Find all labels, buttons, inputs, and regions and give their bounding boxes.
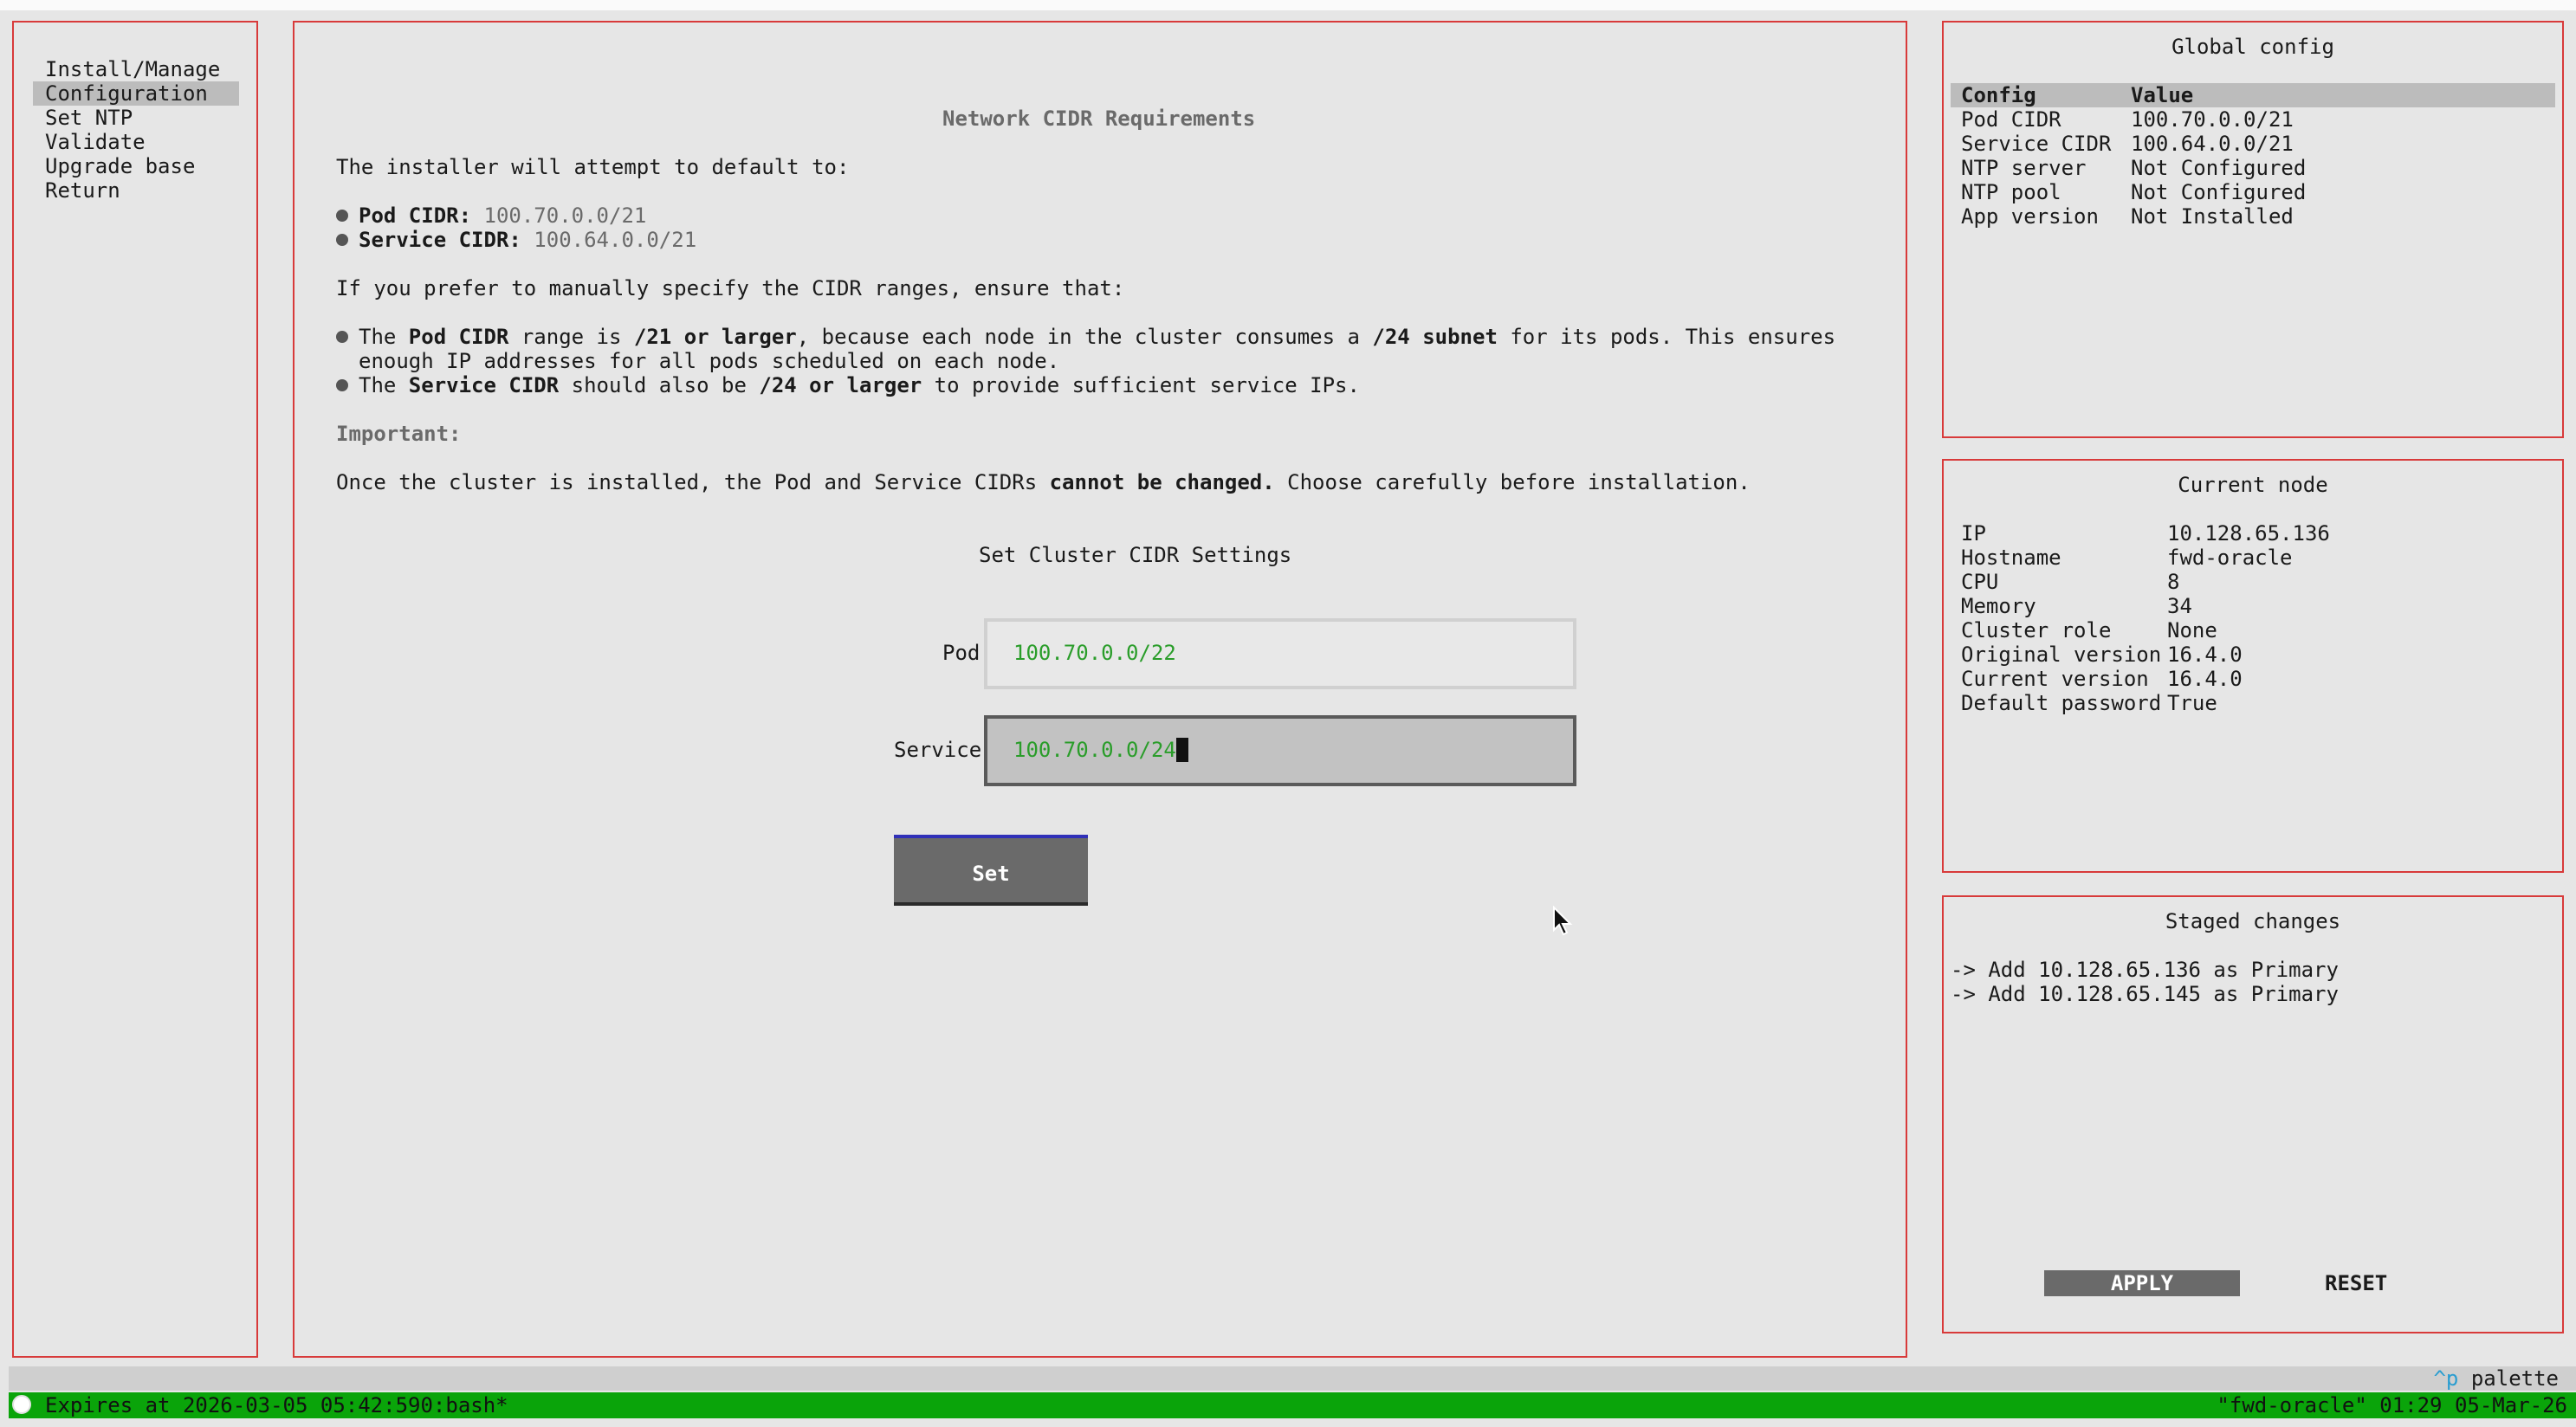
- service-input[interactable]: 100.70.0.0/24: [984, 715, 1576, 786]
- table-row: Hostname fwd-oracle: [1961, 546, 2293, 570]
- bullet-icon: [336, 331, 348, 343]
- palette-hint[interactable]: ^p palette: [2433, 1366, 2559, 1391]
- table-row: Original version 16.4.0: [1961, 642, 2243, 667]
- current-node-panel: Current node IP 10.128.65.136 Hostname fwd…: [1942, 459, 2564, 873]
- menu-item-set-ntp[interactable]: Set NTP: [33, 106, 133, 130]
- menu-item-install-manage[interactable]: Install/Manage: [33, 57, 220, 81]
- menu-panel: Install/Manage Configuration Set NTP Val…: [12, 21, 258, 1358]
- text-cursor: [1175, 738, 1188, 762]
- mouse-pointer-icon: [1553, 906, 1573, 936]
- status-bar: Expires at 2026-03-05 05:42:590:bash* "f…: [9, 1392, 2576, 1418]
- table-row: Current version 16.4.0: [1961, 667, 2243, 691]
- default-service-value: 100.64.0.0/21: [534, 228, 697, 252]
- apply-button[interactable]: APPLY: [2044, 1270, 2240, 1296]
- bullet-icon: [336, 234, 348, 246]
- global-config-panel: Global config Config Value Pod CIDR 100.70…: [1942, 21, 2564, 438]
- status-right-text: "fwd-oracle" 01:29 05-Mar-26: [2217, 1393, 2567, 1417]
- default-pod-value: 100.70.0.0/21: [483, 203, 647, 228]
- service-label: Service: [894, 738, 982, 762]
- table-row: NTP pool Not Configured: [1961, 180, 2307, 204]
- bullet-icon: [336, 379, 348, 391]
- important-text: Once the cluster is installed, the Pod a…: [336, 470, 1751, 494]
- table-row: CPU 8: [1961, 570, 2180, 594]
- table-row: App version Not Installed: [1961, 204, 2294, 229]
- default-service-label: Service CIDR:: [359, 228, 521, 252]
- list-item: -> Add 10.128.65.136 as Primary: [1951, 958, 2339, 982]
- table-row: Pod CIDR 100.70.0.0/21: [1961, 107, 2294, 132]
- table-row: Service CIDR 100.64.0.0/21: [1961, 132, 2294, 156]
- pod-label: Pod: [942, 641, 981, 665]
- global-config-header: Config Value: [1951, 83, 2555, 107]
- service-input-value: 100.70.0.0/24: [1013, 738, 1188, 762]
- global-config-title: Global config: [2171, 35, 2334, 59]
- pod-input[interactable]: 100.70.0.0/22: [984, 618, 1576, 689]
- menu-item-return[interactable]: Return: [33, 178, 120, 203]
- table-row: Default password True: [1961, 691, 2217, 715]
- requirement-pod-line2: enough IP addresses for all pods schedul…: [359, 349, 1060, 373]
- requirement-pod: The Pod CIDR range is /21 or larger, bec…: [336, 325, 1835, 349]
- pod-input-value: 100.70.0.0/22: [1013, 641, 1176, 665]
- default-pod-label: Pod CIDR:: [359, 203, 472, 228]
- intro-text: The installer will attempt to default to…: [336, 155, 850, 179]
- menu-item-validate[interactable]: Validate: [33, 130, 146, 154]
- table-row: Cluster role None: [1961, 618, 2217, 642]
- menu-item-upgrade-base[interactable]: Upgrade base: [33, 154, 195, 178]
- staged-changes-title: Staged changes: [2165, 909, 2341, 933]
- current-node-title: Current node: [2178, 473, 2328, 497]
- table-row: NTP server Not Configured: [1961, 156, 2307, 180]
- manual-intro-text: If you prefer to manually specify the CI…: [336, 276, 1125, 300]
- requirement-service: The Service CIDR should also be /24 or l…: [336, 373, 1360, 397]
- palette-bar: ^p palette: [9, 1366, 2576, 1391]
- page-title: Network CIDR Requirements: [942, 107, 1256, 131]
- important-label: Important:: [336, 422, 462, 446]
- reset-button[interactable]: RESET: [2325, 1270, 2387, 1296]
- table-row: Memory 34: [1961, 594, 2192, 618]
- top-strip: [0, 0, 2576, 10]
- default-pod-item: Pod CIDR: 100.70.0.0/21: [336, 203, 646, 228]
- status-left-text: Expires at 2026-03-05 05:42:590:bash*: [45, 1393, 508, 1417]
- form-title: Set Cluster CIDR Settings: [979, 543, 1292, 567]
- bullet-icon: [336, 210, 348, 222]
- menu-item-configuration[interactable]: Configuration: [33, 81, 239, 106]
- list-item: -> Add 10.128.65.145 as Primary: [1951, 982, 2339, 1006]
- set-button[interactable]: Set: [894, 835, 1088, 906]
- staged-changes-panel: Staged changes -> Add 10.128.65.136 as P…: [1942, 895, 2564, 1333]
- table-row: IP 10.128.65.136: [1961, 521, 2330, 546]
- clock-icon: [12, 1395, 31, 1414]
- default-service-item: Service CIDR: 100.64.0.0/21: [336, 228, 696, 252]
